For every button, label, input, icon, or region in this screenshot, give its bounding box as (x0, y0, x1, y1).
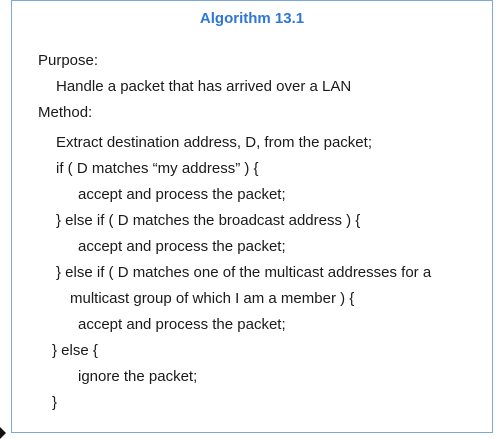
method-line: accept and process the packet; (78, 316, 286, 333)
method-line: if ( D matches “my address” ) { (56, 160, 259, 177)
method-label: Method: (38, 104, 93, 121)
algorithm-title: Algorithm 13.1 (199, 10, 305, 27)
method-line: } else if ( D matches one of the multica… (56, 264, 432, 281)
method-line: multicast group of which I am a member )… (70, 290, 355, 307)
method-line: ignore the packet; (78, 368, 198, 385)
method-line: Extract destination address, D, from the… (56, 134, 372, 151)
method-line: accept and process the packet; (78, 238, 286, 255)
method-line: accept and process the packet; (78, 186, 286, 203)
algorithm-box: Algorithm 13.1 Purpose: Handle a packet … (11, 0, 493, 433)
method-line: } else if ( D matches the broadcast addr… (56, 212, 361, 229)
purpose-label: Purpose: (38, 52, 99, 69)
method-line: } (52, 394, 58, 411)
purpose-text: Handle a packet that has arrived over a … (56, 78, 352, 95)
method-line: } else { (52, 342, 98, 359)
cursor-arrow-icon (0, 427, 6, 439)
